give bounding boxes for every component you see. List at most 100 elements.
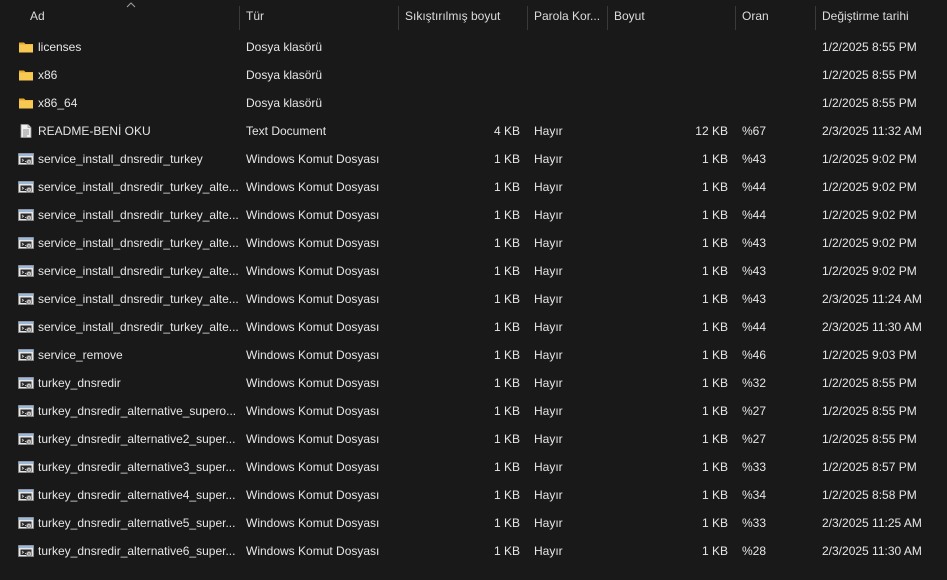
column-header-name[interactable]: Ad <box>24 0 238 33</box>
file-name: service_remove <box>38 348 123 362</box>
file-size: 1 KB <box>701 180 728 194</box>
batch-file-icon <box>18 459 34 475</box>
file-row[interactable]: service_install_dnsredir_turkey_alte... W… <box>0 285 947 313</box>
password-protected: Hayır <box>534 180 563 194</box>
file-size: 1 KB <box>701 348 728 362</box>
password-protected: Hayır <box>534 124 563 138</box>
password-protected: Hayır <box>534 544 563 558</box>
compressed-size: 1 KB <box>493 320 520 334</box>
file-name: turkey_dnsredir_alternative3_super... <box>38 460 236 474</box>
modified-date: 1/2/2025 9:02 PM <box>822 152 917 166</box>
modified-date: 1/2/2025 9:02 PM <box>822 236 917 250</box>
file-row[interactable]: turkey_dnsredir Windows Komut Dosyası 1 KB… <box>0 369 947 397</box>
batch-file-icon <box>18 515 34 531</box>
compression-ratio: %33 <box>742 460 767 474</box>
folder-icon <box>18 39 34 55</box>
batch-file-icon <box>18 347 34 363</box>
password-protected: Hayır <box>534 432 563 446</box>
folder-icon <box>18 67 34 83</box>
password-protected <box>534 61 604 89</box>
file-name: x86 <box>38 68 58 82</box>
file-name: service_install_dnsredir_turkey_alte... <box>38 264 238 278</box>
modified-date: 1/2/2025 8:55 PM <box>822 40 917 54</box>
file-name: service_install_dnsredir_turkey_alte... <box>38 292 238 306</box>
column-header-password-protected[interactable]: Parola Kor... <box>528 0 607 33</box>
file-row[interactable]: turkey_dnsredir_alternative3_super... Win… <box>0 453 947 481</box>
password-protected: Hayır <box>534 516 563 530</box>
batch-file-icon <box>18 151 34 167</box>
file-size: 1 KB <box>701 376 728 390</box>
file-name: service_install_dnsredir_turkey_alte... <box>38 208 238 222</box>
file-name: service_install_dnsredir_turkey_alte... <box>38 236 238 250</box>
password-protected: Hayır <box>534 348 563 362</box>
modified-date: 1/2/2025 9:02 PM <box>822 208 917 222</box>
compression-ratio: %33 <box>742 516 767 530</box>
file-type: Dosya klasörü <box>246 40 323 54</box>
compression-ratio <box>742 89 812 117</box>
file-name: service_install_dnsredir_turkey <box>38 152 203 166</box>
compression-ratio: %67 <box>742 124 767 138</box>
compression-ratio: %44 <box>742 180 767 194</box>
file-row[interactable]: service_install_dnsredir_turkey_alte... W… <box>0 201 947 229</box>
batch-file-icon <box>18 403 34 419</box>
file-size: 1 KB <box>701 320 728 334</box>
compression-ratio: %43 <box>742 152 767 166</box>
file-row[interactable]: service_install_dnsredir_turkey_alte... W… <box>0 313 947 341</box>
file-name: turkey_dnsredir_alternative6_super... <box>38 544 236 558</box>
file-size: 1 KB <box>701 488 728 502</box>
file-row[interactable]: turkey_dnsredir_alternative6_super... Win… <box>0 537 947 565</box>
file-type: Windows Komut Dosyası <box>246 180 380 194</box>
compression-ratio <box>742 61 812 89</box>
password-protected: Hayır <box>534 488 563 502</box>
file-row[interactable]: turkey_dnsredir_alternative4_super... Win… <box>0 481 947 509</box>
file-size: 1 KB <box>701 292 728 306</box>
modified-date: 1/2/2025 8:55 PM <box>822 432 917 446</box>
file-row[interactable]: turkey_dnsredir_alternative5_super... Win… <box>0 509 947 537</box>
file-row[interactable]: turkey_dnsredir_alternative_supero... Win… <box>0 397 947 425</box>
file-row[interactable]: turkey_dnsredir_alternative2_super... Win… <box>0 425 947 453</box>
file-row[interactable]: service_install_dnsredir_turkey_alte... W… <box>0 257 947 285</box>
file-size <box>610 89 728 117</box>
file-size: 1 KB <box>701 208 728 222</box>
batch-file-icon <box>18 207 34 223</box>
file-size: 1 KB <box>701 404 728 418</box>
file-type: Windows Komut Dosyası <box>246 460 380 474</box>
column-header-compressed-size[interactable]: Sıkıştırılmış boyut <box>399 0 527 33</box>
compressed-size: 1 KB <box>493 236 520 250</box>
file-type: Text Document <box>246 124 327 138</box>
file-row[interactable]: README-BENİ OKU Text Document 4 KB Hayır 12 … <box>0 117 947 145</box>
compression-ratio: %28 <box>742 544 767 558</box>
password-protected <box>534 89 604 117</box>
password-protected: Hayır <box>534 236 563 250</box>
modified-date: 2/3/2025 11:32 AM <box>822 124 922 138</box>
file-size: 1 KB <box>701 460 728 474</box>
column-header-modified-date[interactable]: Değiştirme tarihi <box>816 0 947 33</box>
file-type: Windows Komut Dosyası <box>246 208 380 222</box>
file-row[interactable]: x86 Dosya klasörü 1/2/2025 8:55 PM <box>0 61 947 89</box>
password-protected: Hayır <box>534 152 563 166</box>
file-type: Windows Komut Dosyası <box>246 544 380 558</box>
file-row[interactable]: x86_64 Dosya klasörü 1/2/2025 8:55 PM <box>0 89 947 117</box>
file-row[interactable]: service_remove Windows Komut Dosyası 1 KB H… <box>0 341 947 369</box>
password-protected: Hayır <box>534 460 563 474</box>
column-header-size[interactable]: Boyut <box>608 0 735 33</box>
column-header-ratio[interactable]: Oran <box>736 0 815 33</box>
compressed-size: 1 KB <box>493 348 520 362</box>
file-row[interactable]: licenses Dosya klasörü 1/2/2025 8:55 PM <box>0 33 947 61</box>
column-header-type[interactable]: Tür <box>240 0 398 33</box>
compressed-size: 1 KB <box>493 376 520 390</box>
file-type: Windows Komut Dosyası <box>246 516 380 530</box>
file-size: 1 KB <box>701 236 728 250</box>
modified-date: 2/3/2025 11:30 AM <box>822 544 922 558</box>
file-row[interactable]: service_install_dnsredir_turkey_alte... W… <box>0 229 947 257</box>
password-protected: Hayır <box>534 404 563 418</box>
file-name: turkey_dnsredir_alternative5_super... <box>38 516 236 530</box>
file-row[interactable]: service_install_dnsredir_turkey_alte... W… <box>0 173 947 201</box>
file-type: Dosya klasörü <box>246 96 323 110</box>
modified-date: 1/2/2025 8:55 PM <box>822 404 917 418</box>
compressed-size: 1 KB <box>493 292 520 306</box>
file-type: Dosya klasörü <box>246 68 323 82</box>
file-name: turkey_dnsredir_alternative2_super... <box>38 432 236 446</box>
file-name: turkey_dnsredir_alternative4_super... <box>38 488 236 502</box>
file-row[interactable]: service_install_dnsredir_turkey Windows K… <box>0 145 947 173</box>
